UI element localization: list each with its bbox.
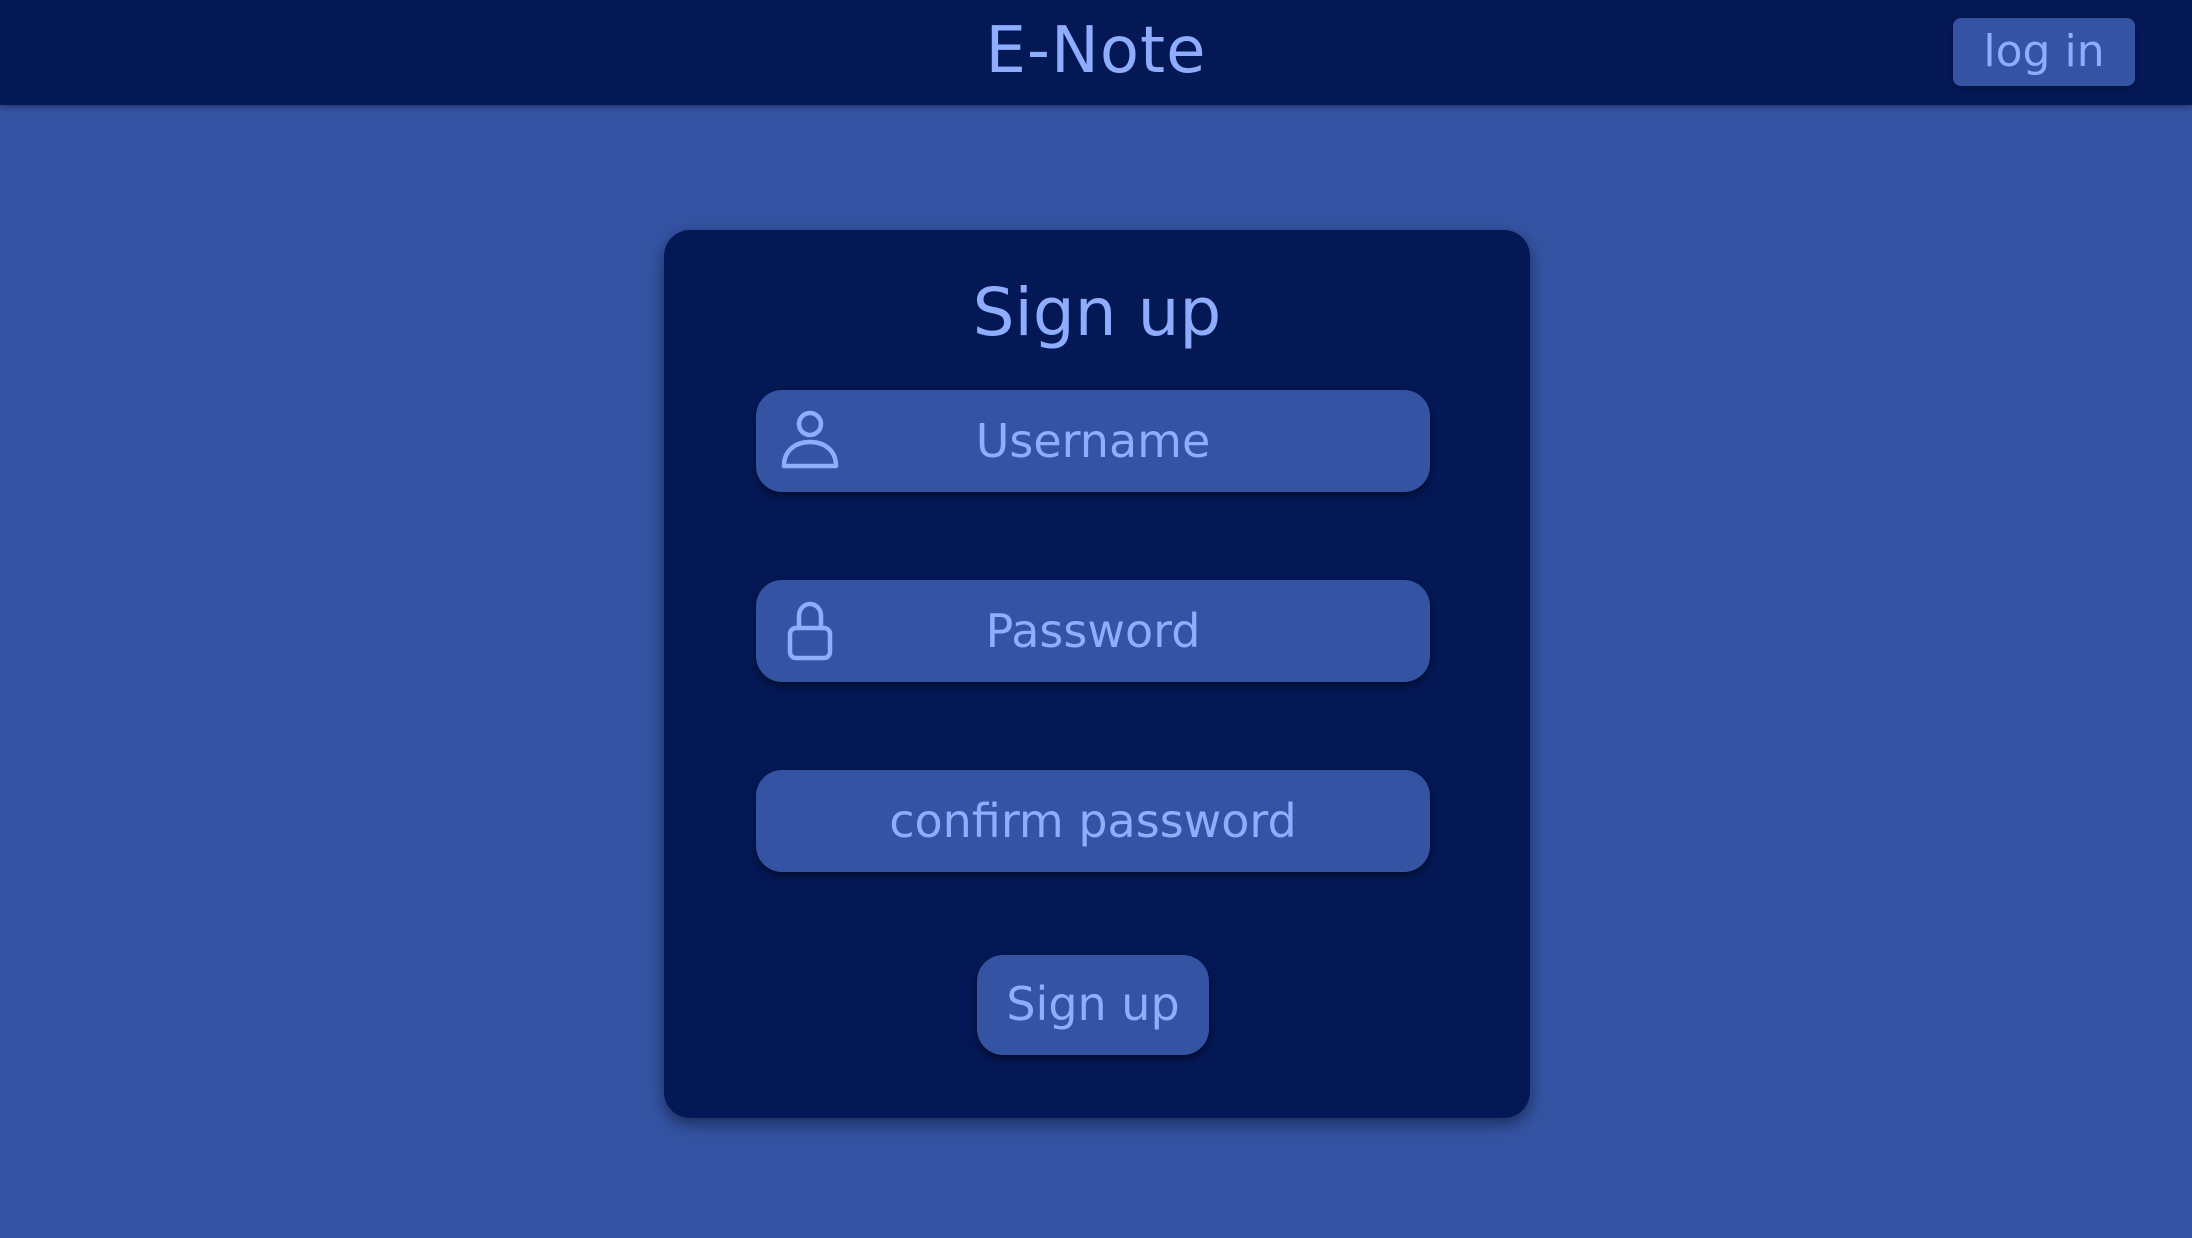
username-placeholder: Username (975, 414, 1211, 468)
top-bar: E-Note log in (0, 0, 2192, 105)
login-button[interactable]: log in (1953, 18, 2135, 86)
signup-title: Sign up (972, 274, 1222, 351)
password-placeholder: Password (985, 604, 1201, 658)
signup-button[interactable]: Sign up (977, 955, 1209, 1055)
confirm-password-field[interactable]: confirm password (756, 770, 1430, 872)
confirm-password-placeholder: confirm password (889, 794, 1297, 848)
signup-card: Sign up Username Password confirm passwo… (664, 230, 1530, 1118)
username-field[interactable]: Username (756, 390, 1430, 492)
app-title: E-Note (985, 14, 1207, 88)
password-field[interactable]: Password (756, 580, 1430, 682)
